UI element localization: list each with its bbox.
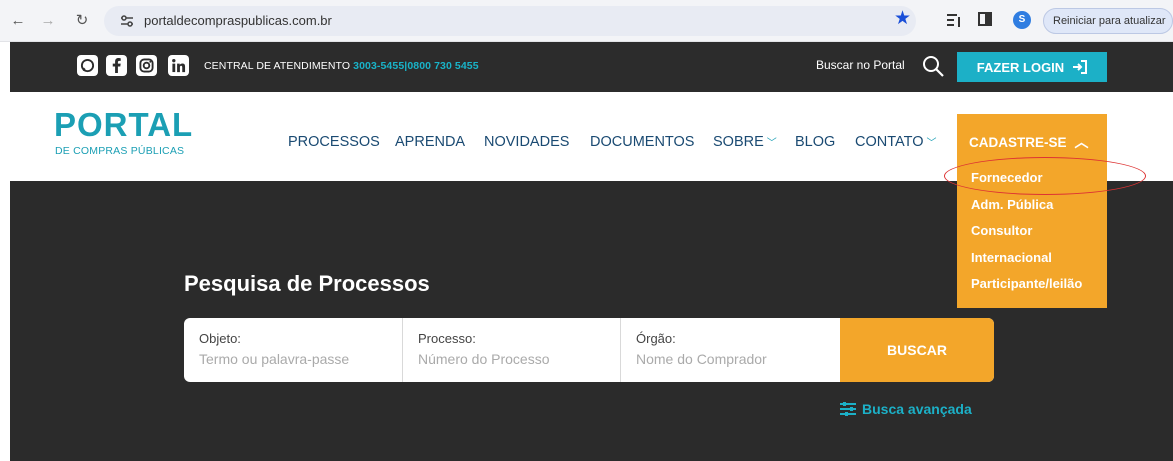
objeto-field[interactable]: Objeto:: [184, 318, 403, 382]
nav-novidades[interactable]: NOVIDADES: [484, 134, 569, 150]
search-portal-label[interactable]: Buscar no Portal: [816, 58, 905, 72]
objeto-input[interactable]: [199, 349, 389, 369]
search-icon[interactable]: [921, 54, 945, 78]
chevron-down-icon: ﹀: [766, 138, 777, 149]
annotation-highlight-ellipse: [944, 157, 1146, 195]
orgao-label: Órgão:: [636, 331, 676, 346]
nav-contato-label: CONTATO: [855, 134, 924, 150]
address-bar[interactable]: portaldecompraspublicas.com.br: [104, 6, 916, 36]
chevron-up-icon: ︿: [1074, 134, 1089, 150]
top-contact-bar: CENTRAL DE ATENDIMENTO 3003-5455|0800 73…: [10, 42, 1173, 92]
instagram-icon[interactable]: [136, 55, 157, 76]
nav-processos[interactable]: PROCESSOS: [288, 134, 380, 150]
url-text[interactable]: portaldecompraspublicas.com.br: [144, 13, 332, 28]
orgao-field[interactable]: Órgão:: [621, 318, 840, 382]
nav-blog[interactable]: BLOG: [795, 134, 835, 150]
login-icon: [1073, 60, 1088, 74]
linkedin-icon[interactable]: [168, 55, 189, 76]
reload-icon[interactable]: ↻: [72, 10, 92, 30]
nav-documentos[interactable]: DOCUMENTOS: [590, 134, 694, 150]
search-form: Objeto: Processo: Órgão: BUSCAR: [184, 318, 994, 382]
advanced-search-label: Busca avançada: [862, 401, 972, 417]
processo-label: Processo:: [418, 331, 476, 346]
logo-subtitle: DE COMPRAS PÚBLICAS: [55, 145, 185, 157]
processo-input[interactable]: [418, 349, 608, 369]
processo-field[interactable]: Processo:: [403, 318, 621, 382]
chevron-down-icon: ﹀: [926, 138, 937, 149]
browser-toolbar: ← → ↻ portaldecompraspublicas.com.br ★ S…: [0, 0, 1173, 42]
phone-number-2[interactable]: 0800 730 5455: [407, 60, 478, 72]
menu-item-internacional[interactable]: Internacional: [971, 248, 1107, 275]
login-button[interactable]: FAZER LOGIN: [957, 52, 1107, 82]
filter-lines-icon: [840, 402, 856, 416]
central-atendimento: CENTRAL DE ATENDIMENTO 3003-5455|0800 73…: [204, 60, 479, 72]
nav-sobre[interactable]: SOBRE ﹀: [713, 134, 777, 150]
cadastre-label: CADASTRE-SE: [969, 135, 1067, 150]
menu-item-adm-publica[interactable]: Adm. Pública: [971, 195, 1107, 222]
back-icon[interactable]: ←: [8, 10, 28, 30]
buscar-button[interactable]: BUSCAR: [840, 318, 994, 382]
central-label: CENTRAL DE ATENDIMENTO: [204, 60, 351, 72]
menu-item-participante-leilao[interactable]: Participante/leilão: [971, 274, 1107, 301]
nav-sobre-label: SOBRE: [713, 134, 764, 150]
advanced-search-link[interactable]: Busca avançada: [840, 401, 972, 417]
phone-number-1[interactable]: 3003-5455: [353, 60, 404, 72]
page-title: Pesquisa de Processos: [184, 271, 430, 296]
side-panel-icon[interactable]: [978, 12, 992, 26]
nav-contato[interactable]: CONTATO ﹀: [855, 134, 936, 150]
logo-text: PORTAL: [54, 106, 194, 143]
menu-item-consultor[interactable]: Consultor: [971, 221, 1107, 248]
site-settings-icon[interactable]: [120, 14, 134, 28]
orgao-input[interactable]: [636, 349, 826, 369]
profile-avatar[interactable]: S: [1013, 11, 1031, 29]
login-label: FAZER LOGIN: [976, 59, 1065, 75]
whatsapp-icon[interactable]: [77, 55, 98, 76]
facebook-icon[interactable]: [106, 55, 127, 76]
forward-icon[interactable]: →: [38, 10, 58, 30]
restart-to-update-button[interactable]: Reiniciar para atualizar: [1043, 8, 1173, 34]
nav-aprenda[interactable]: APRENDA: [395, 134, 465, 150]
bookmark-star-icon[interactable]: ★: [894, 9, 911, 29]
objeto-label: Objeto:: [199, 331, 241, 346]
reading-list-icon[interactable]: [946, 12, 962, 28]
